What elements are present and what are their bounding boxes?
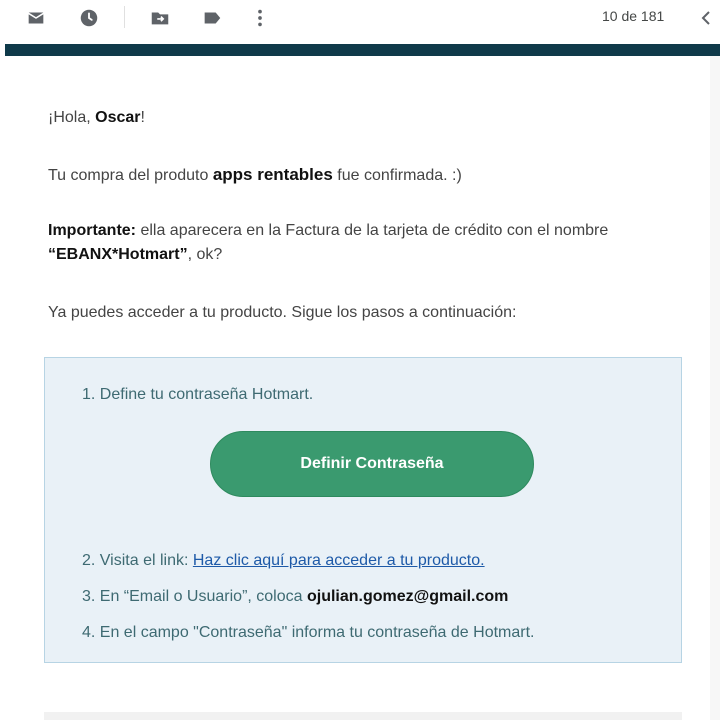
greeting: ¡Hola, Oscar! [48, 106, 145, 130]
step-2-text: 2. Visita el link: [82, 552, 193, 569]
steps-box: 1. Define tu contraseña Hotmart. Definir… [44, 357, 682, 663]
step-2: 2. Visita el link: Haz clic aquí para ac… [82, 550, 485, 572]
billing-name: “EBANX*Hotmart” [48, 246, 188, 263]
important-notice: Importante: ella aparecera en la Factura… [48, 219, 688, 267]
step-4: 4. En el campo "Contraseña" informa tu c… [82, 624, 535, 641]
customer-name: Oscar [95, 109, 141, 126]
user-email: ojulian.gomez@gmail.com [306, 588, 509, 605]
email-toolbar: 10 de 181 [0, 0, 720, 34]
toolbar-divider [124, 6, 125, 28]
more-vert-icon[interactable] [248, 6, 272, 30]
purchase-prefix: Tu compra del produto [48, 167, 213, 184]
purchase-suffix: fue confirmada. :) [332, 167, 462, 184]
important-label: Importante: [48, 222, 136, 239]
email-header-bar [5, 44, 720, 56]
define-password-button[interactable]: Definir Contraseña [210, 431, 534, 497]
move-to-icon[interactable] [148, 6, 172, 30]
access-instructions: Ya puedes acceder a tu producto. Sigue l… [48, 304, 517, 321]
mark-unread-icon[interactable] [24, 6, 48, 30]
step-1: 1. Define tu contraseña Hotmart. [82, 386, 314, 403]
next-section-band [44, 712, 682, 720]
message-counter: 10 de 181 [602, 8, 665, 24]
greeting-prefix: ¡Hola, [48, 109, 96, 126]
step-3: 3. En “Email o Usuario”, coloca ojulian.… [82, 586, 508, 608]
purchase-confirmation: Tu compra del produto apps rentables fue… [48, 163, 462, 188]
important-suffix: , ok? [187, 246, 223, 263]
product-name: apps rentables [212, 165, 333, 184]
important-text: ella aparecera en la Factura de la tarje… [136, 222, 609, 239]
snooze-icon[interactable] [77, 6, 101, 30]
label-icon[interactable] [200, 6, 224, 30]
greeting-suffix: ! [140, 109, 145, 126]
product-access-link[interactable]: Haz clic aquí para acceder a tu producto… [193, 552, 485, 569]
chevron-left-icon[interactable] [696, 6, 716, 30]
step-3-text: 3. En “Email o Usuario”, coloca [82, 588, 307, 605]
